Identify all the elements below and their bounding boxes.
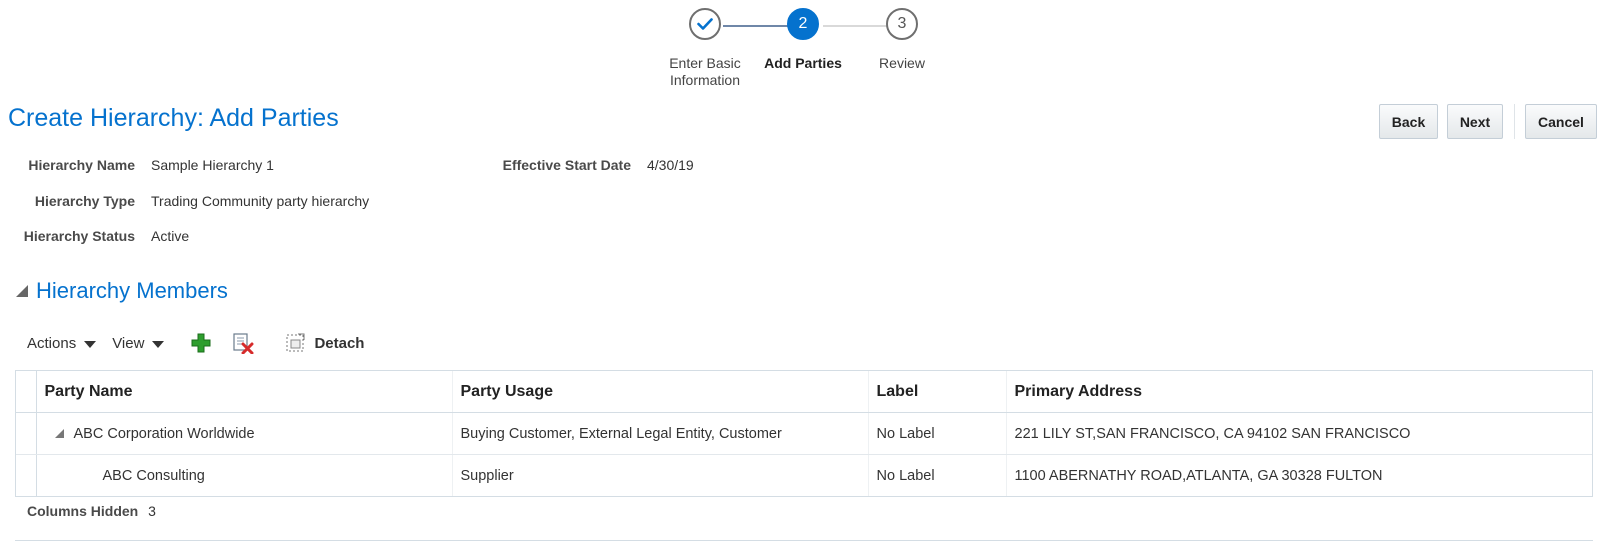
party-name: ABC Corporation Worldwide — [73, 425, 255, 442]
delete-icon[interactable] — [232, 332, 254, 354]
actions-menu-label: Actions — [27, 334, 77, 352]
hierarchy-members-table: Party Name Party Usage Label Primary Add… — [15, 370, 1593, 497]
columns-hidden-status: Columns Hidden 3 — [27, 503, 156, 519]
checkmark-icon — [689, 8, 721, 40]
disclosure-expanded-icon[interactable] — [16, 285, 28, 297]
detach-button[interactable]: Detach — [284, 332, 364, 354]
column-header-primary-address[interactable]: Primary Address — [1006, 371, 1592, 413]
label-cell: No Label — [868, 412, 1007, 455]
process-train: Enter Basic Information 2 Add Parties 3 … — [0, 8, 1600, 98]
field-label: Effective Start Date — [502, 157, 631, 173]
train-step-review[interactable]: 3 Review — [842, 8, 962, 72]
hierarchy-status-value: Active — [151, 228, 190, 244]
train-step-label: Review — [879, 55, 925, 71]
cancel-button[interactable]: Cancel — [1525, 104, 1597, 139]
party-usage-cell: Buying Customer, External Legal Entity, … — [452, 412, 869, 455]
hierarchy-name-value: Sample Hierarchy 1 — [151, 157, 274, 173]
members-toolbar: Actions View Detach — [27, 330, 364, 356]
detach-icon — [284, 332, 306, 354]
hierarchy-members-header[interactable]: Hierarchy Members — [16, 278, 228, 304]
columns-hidden-label: Columns Hidden — [27, 503, 139, 519]
button-separator — [1514, 104, 1515, 139]
add-icon[interactable] — [190, 332, 212, 354]
field-label: Hierarchy Type — [34, 193, 135, 209]
effective-start-date-value: 4/30/19 — [647, 157, 694, 173]
column-header-party-name[interactable]: Party Name — [36, 371, 453, 413]
detach-label: Detach — [314, 334, 365, 352]
party-name-cell: ABC Corporation Worldwide — [36, 412, 453, 455]
table-header-row: Party Name Party Usage Label Primary Add… — [16, 371, 1592, 413]
column-header-label[interactable]: Label — [868, 371, 1007, 413]
row-header-gutter — [16, 371, 37, 413]
columns-hidden-count: 3 — [148, 503, 156, 519]
actions-menu[interactable]: Actions — [27, 334, 97, 352]
back-button[interactable]: Back — [1379, 104, 1438, 139]
table-row[interactable]: ABC Consulting Supplier No Label 1100 AB… — [16, 454, 1592, 496]
party-usage-cell: Supplier — [452, 454, 869, 496]
table-row[interactable]: ABC Corporation Worldwide Buying Custome… — [16, 412, 1592, 455]
party-name-cell: ABC Consulting — [36, 454, 453, 496]
step-number: 2 — [787, 8, 819, 40]
primary-address-cell: 1100 ABERNATHY ROAD,ATLANTA, GA 30328 FU… — [1014, 467, 1383, 484]
primary-address-cell: 221 LILY ST,SAN FRANCISCO, CA 94102 SAN … — [1006, 412, 1592, 455]
column-header-party-usage[interactable]: Party Usage — [452, 371, 869, 413]
field-label: Hierarchy Name — [28, 157, 135, 173]
page-title: Create Hierarchy: Add Parties — [8, 104, 339, 132]
view-menu[interactable]: View — [112, 334, 165, 352]
triangle-down-icon — [84, 341, 97, 348]
row-header[interactable] — [16, 454, 37, 496]
view-menu-label: View — [112, 334, 145, 352]
section-divider — [15, 540, 1593, 541]
expand-collapse-icon[interactable] — [54, 429, 64, 439]
hierarchy-type-value: Trading Community party hierarchy — [151, 193, 370, 209]
section-title: Hierarchy Members — [36, 278, 228, 303]
row-header[interactable] — [16, 412, 37, 455]
field-label: Hierarchy Status — [23, 228, 135, 244]
label-cell: No Label — [868, 454, 1007, 496]
triangle-down-icon — [152, 341, 165, 348]
step-number: 3 — [886, 8, 918, 40]
next-button[interactable]: Next — [1447, 104, 1503, 139]
